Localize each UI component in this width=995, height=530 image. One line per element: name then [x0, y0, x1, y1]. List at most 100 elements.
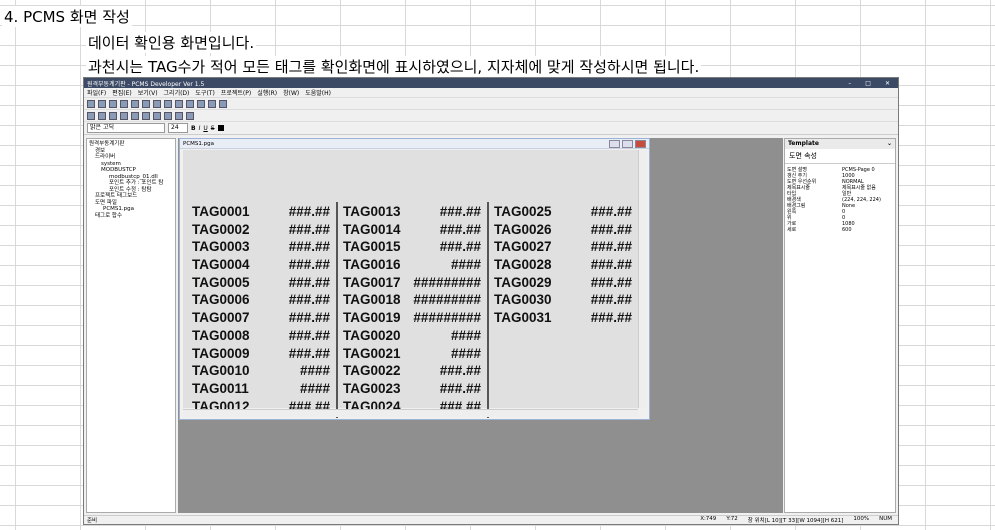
vertical-scrollbar[interactable] [638, 150, 647, 408]
bold-button[interactable]: B [191, 125, 196, 132]
maximize-button[interactable]: □ [865, 80, 871, 87]
menu-help[interactable]: 도움말(H) [305, 88, 331, 97]
tag-row[interactable]: TAG0007 ###.## [192, 310, 330, 328]
copy-icon[interactable] [131, 99, 139, 108]
lock-icon[interactable] [186, 111, 194, 120]
menu-file[interactable]: 파일(F) [87, 88, 106, 97]
color-icon[interactable] [217, 125, 224, 131]
redo-icon[interactable] [197, 99, 205, 108]
tag-value: ######### [413, 274, 481, 290]
pointer-icon[interactable] [87, 111, 95, 120]
minimize-button[interactable]: – [848, 80, 851, 87]
menu-window[interactable]: 창(W) [283, 88, 299, 97]
tag-row[interactable]: TAG0018 ######### [343, 292, 481, 310]
tag-column-1: TAG0001 ###.## TAG0002 ###.## TAG0003 ###.## T… [192, 204, 330, 416]
horizontal-scrollbar[interactable] [183, 409, 638, 417]
align-left-icon[interactable] [153, 99, 161, 108]
tag-row[interactable]: TAG0025 ###.## [494, 204, 632, 222]
property-row[interactable]: 세로 600 [785, 227, 895, 233]
cursor-y: Y:72 [726, 516, 738, 522]
tag-row[interactable]: TAG0026 ###.## [494, 222, 632, 240]
tag-value: ###.## [439, 380, 481, 396]
tag-value: ###.## [288, 345, 330, 361]
tag-value: ###.## [288, 221, 330, 237]
tree-item-functions[interactable]: 태그로 합수 [89, 213, 173, 220]
screen-canvas[interactable]: TAG0001 ###.## TAG0002 ###.## TAG0003 ###.## T… [183, 150, 638, 418]
child-minimize-button[interactable] [609, 139, 620, 148]
menu-draw[interactable]: 그리기(D) [164, 88, 190, 97]
italic-button[interactable]: I [199, 125, 201, 132]
tag-tool-icon[interactable] [175, 111, 183, 120]
tag-row[interactable]: TAG0020 #### [343, 328, 481, 346]
cut-icon[interactable] [120, 99, 128, 108]
tag-row[interactable]: TAG0014 ###.## [343, 222, 481, 240]
tag-row[interactable]: TAG0031 ###.## [494, 310, 632, 328]
tag-row[interactable]: TAG0015 ###.## [343, 239, 481, 257]
tag-row[interactable]: TAG0003 ###.## [192, 239, 330, 257]
tag-row[interactable]: TAG0029 ###.## [494, 275, 632, 293]
tag-name: TAG0031 [494, 310, 552, 326]
status-bar: 준비 X:749 Y:72 창 위치[L 10][T 33][W 1094][H… [84, 515, 898, 524]
child-maximize-button[interactable] [622, 139, 633, 148]
align-right-icon[interactable] [175, 99, 183, 108]
rectangle-icon[interactable] [109, 111, 117, 120]
tag-value: ###.## [288, 257, 330, 273]
tag-row[interactable]: TAG0016 #### [343, 257, 481, 275]
tag-row[interactable]: TAG0008 ###.## [192, 328, 330, 346]
tag-row[interactable]: TAG0001 ###.## [192, 204, 330, 222]
menu-project[interactable]: 프로젝트(P) [221, 88, 251, 97]
child-close-button[interactable] [635, 139, 646, 148]
tag-value: ###.## [288, 310, 330, 326]
tag-row[interactable]: TAG0027 ###.## [494, 239, 632, 257]
tag-row[interactable]: TAG0030 ###.## [494, 292, 632, 310]
zoom-icon[interactable] [208, 99, 216, 108]
save-icon[interactable] [109, 99, 117, 108]
tag-value: ###.## [439, 204, 481, 219]
run-icon[interactable] [219, 99, 227, 108]
chevron-down-icon[interactable]: ⌄ [887, 139, 895, 149]
paste-icon[interactable] [142, 99, 150, 108]
menu-tools[interactable]: 도구(T) [195, 88, 214, 97]
open-icon[interactable] [98, 99, 106, 108]
font-name-select[interactable]: 맑은 고딕 [87, 123, 165, 133]
image-icon[interactable] [153, 111, 161, 120]
menu-edit[interactable]: 편집(E) [112, 88, 132, 97]
ellipse-icon[interactable] [120, 111, 128, 120]
tag-value: ###.## [439, 221, 481, 237]
tag-row[interactable]: TAG0013 ###.## [343, 204, 481, 222]
tag-row[interactable]: TAG0009 ###.## [192, 346, 330, 364]
description-line-1: 데이터 확인용 화면입니다. [86, 32, 257, 53]
align-center-icon[interactable] [164, 99, 172, 108]
tag-row[interactable]: TAG0002 ###.## [192, 222, 330, 240]
font-size-select[interactable]: 24 [168, 123, 188, 133]
tag-row[interactable]: TAG0010 #### [192, 363, 330, 381]
tag-row[interactable]: TAG0017 ######### [343, 275, 481, 293]
tag-name: TAG0003 [192, 239, 250, 255]
tag-row[interactable]: TAG0021 #### [343, 346, 481, 364]
button-tool-icon[interactable] [164, 111, 172, 120]
child-titlebar: PCMS1.pga [180, 139, 649, 149]
underline-button[interactable]: U [203, 125, 207, 132]
tag-row[interactable]: TAG0011 #### [192, 381, 330, 399]
menu-view[interactable]: 보기(V) [138, 88, 158, 97]
line-icon[interactable] [98, 111, 106, 120]
menu-run[interactable]: 실행(R) [257, 88, 277, 97]
tag-name: TAG0030 [494, 292, 552, 308]
strike-button[interactable]: S [211, 125, 215, 132]
tag-column-2: TAG0013 ###.## TAG0014 ###.## TAG0015 ###.## T… [343, 204, 481, 416]
tag-row[interactable]: TAG0005 ###.## [192, 275, 330, 293]
close-button[interactable]: ✕ [885, 80, 890, 87]
tag-row[interactable]: TAG0023 ###.## [343, 381, 481, 399]
tag-row[interactable]: TAG0004 ###.## [192, 257, 330, 275]
tag-row[interactable]: TAG0022 ###.## [343, 363, 481, 381]
tag-value: ###.## [590, 310, 632, 326]
tag-row[interactable]: TAG0028 ###.## [494, 257, 632, 275]
new-icon[interactable] [87, 99, 95, 108]
tag-row[interactable]: TAG0006 ###.## [192, 292, 330, 310]
tag-row[interactable]: TAG0019 ######### [343, 310, 481, 328]
undo-icon[interactable] [186, 99, 194, 108]
text-icon[interactable] [142, 111, 150, 120]
tab-screen-properties[interactable]: 도면 속성 [785, 149, 895, 164]
polygon-icon[interactable] [131, 111, 139, 120]
tag-name: TAG0010 [192, 363, 250, 379]
